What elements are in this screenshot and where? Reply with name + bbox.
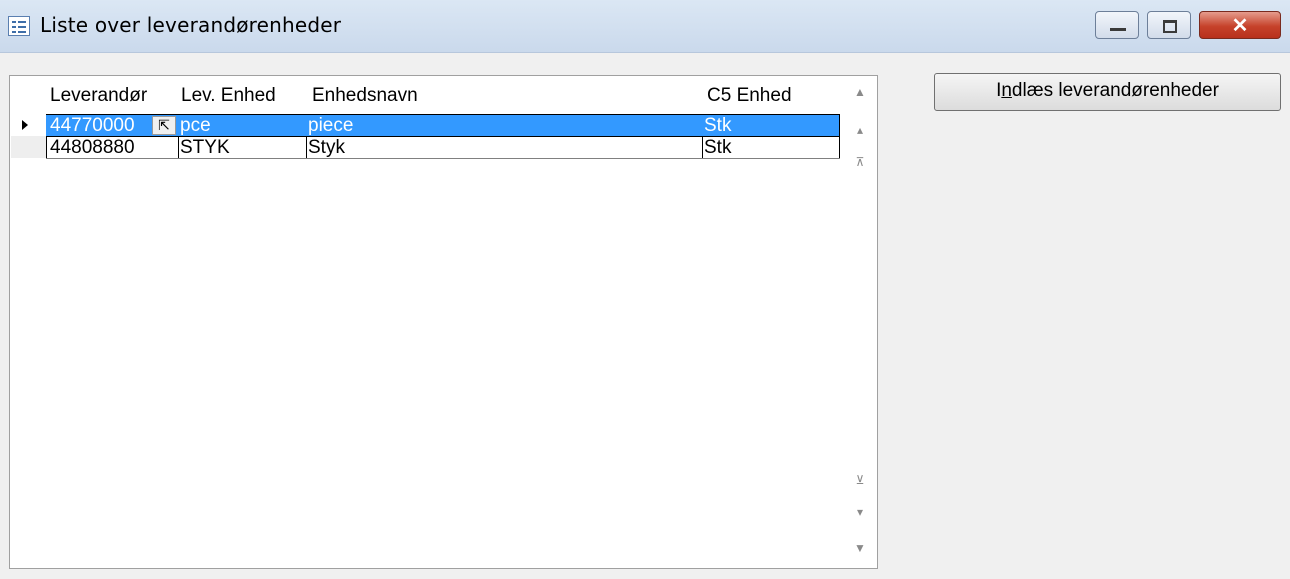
cell-divider <box>839 137 840 158</box>
column-header-leverandor[interactable]: Leverandør <box>50 82 147 110</box>
cell-leverandor[interactable]: 44770000 <box>50 115 135 136</box>
window-title: Liste over leverandørenheder <box>40 13 342 37</box>
scroll-top-button[interactable]: ⊼ <box>848 152 872 172</box>
next-page-button[interactable]: ▾ <box>848 502 872 522</box>
cell-lev-enhed[interactable]: pce <box>180 115 211 136</box>
cell-leverandor[interactable]: 44808880 <box>50 137 135 158</box>
row-selector[interactable] <box>11 136 46 158</box>
column-header-lev-enhed[interactable]: Lev. Enhed <box>181 82 276 110</box>
first-record-button[interactable]: ▲ <box>848 82 872 102</box>
cell-divider <box>178 137 179 158</box>
supplier-units-grid[interactable]: Leverandør Lev. Enhed Enhedsnavn C5 Enhe… <box>9 75 878 569</box>
row-border <box>839 115 840 137</box>
cell-c5-enhed[interactable]: Stk <box>704 137 731 158</box>
column-header-c5-enhed[interactable]: C5 Enhed <box>707 82 792 110</box>
load-button-label: Indlæs leverandørenheder <box>996 80 1219 101</box>
minimize-button[interactable] <box>1095 11 1139 39</box>
cell-divider <box>306 137 307 158</box>
table-row[interactable]: 44808880 STYK Styk Stk <box>46 136 840 159</box>
cell-lev-enhed[interactable]: STYK <box>180 137 230 158</box>
cell-c5-enhed[interactable]: Stk <box>704 115 731 136</box>
title-bar[interactable]: Liste over leverandørenheder ✕ <box>0 0 1290 53</box>
cell-divider <box>46 137 47 158</box>
cell-enhedsnavn[interactable]: piece <box>308 115 353 136</box>
list-icon[interactable] <box>8 16 30 36</box>
lookup-icon[interactable]: ⇱ <box>152 116 176 135</box>
previous-page-button[interactable]: ▴ <box>848 120 872 140</box>
close-icon: ✕ <box>1231 15 1249 37</box>
window: Liste over leverandørenheder ✕ Leverandø… <box>0 0 1290 579</box>
close-button[interactable]: ✕ <box>1199 11 1281 39</box>
table-row[interactable]: 44770000 ⇱ pce piece Stk <box>46 114 840 137</box>
load-supplier-units-button[interactable]: Indlæs leverandørenheder <box>934 73 1281 111</box>
current-row-arrow-icon <box>22 120 28 130</box>
row-selector[interactable] <box>10 114 45 133</box>
scroll-bottom-button[interactable]: ⊻ <box>848 470 872 490</box>
access-key-underline: n <box>1001 80 1012 101</box>
cell-enhedsnavn[interactable]: Styk <box>308 137 345 158</box>
column-header-enhedsnavn[interactable]: Enhedsnavn <box>312 82 418 110</box>
last-record-button[interactable]: ▼ <box>848 538 872 558</box>
maximize-button[interactable] <box>1147 11 1191 39</box>
cell-divider <box>702 137 703 158</box>
